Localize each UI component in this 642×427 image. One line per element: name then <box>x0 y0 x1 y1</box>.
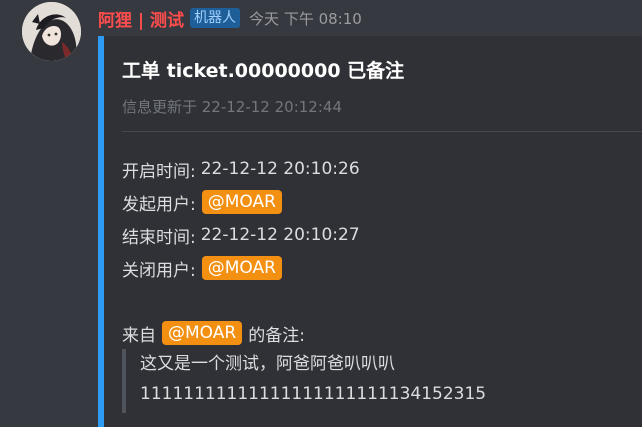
initiator-label: 发起用户: <box>122 194 196 215</box>
avatar-illustration-icon <box>22 2 81 61</box>
embed-updated-time: 信息更新于 22-12-12 20:12:44 <box>122 98 342 116</box>
message-timestamp: 今天 下午 08:10 <box>249 9 362 28</box>
embed-divider <box>122 131 642 132</box>
bot-badge: 机器人 <box>190 8 241 28</box>
open-time-value: 22-12-12 20:10:26 <box>200 159 360 179</box>
initiator-row: 发起用户: @MOAR <box>122 189 282 215</box>
username[interactable]: 阿狸 | 测试 <box>98 6 184 31</box>
note-quote: 这又是一个测试，阿爸阿爸叭叭叭 111111111111111111111111… <box>122 349 486 413</box>
close-time-row: 结束时间: 22-12-12 20:10:27 <box>122 222 360 248</box>
chat-message: 阿狸 | 测试 机器人 今天 下午 08:10 工单 ticket.000000… <box>0 0 642 427</box>
close-time-value: 22-12-12 20:10:27 <box>200 225 360 245</box>
closer-row: 关闭用户: @MOAR <box>122 255 282 281</box>
open-time-row: 开启时间: 22-12-12 20:10:26 <box>122 156 360 182</box>
note-header-row: 来自 @MOAR 的备注: <box>122 320 305 346</box>
message-header: 阿狸 | 测试 机器人 今天 下午 08:10 <box>98 6 362 31</box>
user-avatar[interactable] <box>22 2 81 61</box>
note-line: 这又是一个测试，阿爸阿爸叭叭叭 <box>140 354 395 374</box>
open-time-label: 开启时间: <box>122 161 196 182</box>
note-suffix: 的备注: <box>248 325 305 346</box>
closer-label: 关闭用户: <box>122 260 196 281</box>
closer-mention[interactable]: @MOAR <box>201 256 282 280</box>
note-prefix: 来自 <box>122 325 156 346</box>
note-line: 11111111111111111111111134152315 <box>140 384 487 404</box>
embed-title: 工单 ticket.00000000 已备注 <box>122 60 405 82</box>
note-author-mention[interactable]: @MOAR <box>162 321 243 345</box>
initiator-mention[interactable]: @MOAR <box>201 190 282 214</box>
ticket-embed: 工单 ticket.00000000 已备注 信息更新于 22-12-12 20… <box>98 36 642 427</box>
close-time-label: 结束时间: <box>122 227 196 248</box>
